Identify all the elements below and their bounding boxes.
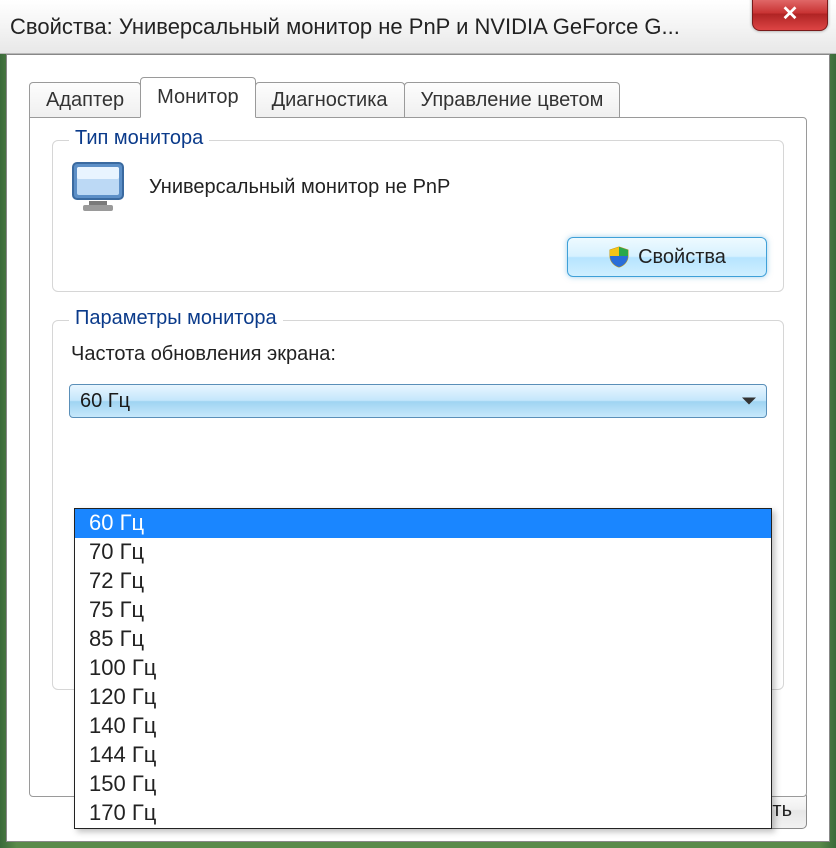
refresh-rate-option[interactable]: 100 Гц	[75, 654, 771, 683]
properties-button[interactable]: Свойства	[567, 237, 767, 277]
refresh-rate-dropdown[interactable]: 60 Гц70 Гц72 Гц75 Гц85 Гц100 Гц120 Гц140…	[74, 508, 772, 829]
monitor-name: Универсальный монитор не PnP	[149, 176, 450, 199]
tab-diagnostics[interactable]: Диагностика	[255, 82, 405, 118]
close-icon: ✕	[782, 1, 799, 26]
monitor-type-group: Тип монитора Универсальный монитор не Pn…	[52, 140, 784, 292]
tab-color-management[interactable]: Управление цветом	[404, 82, 621, 118]
refresh-rate-option[interactable]: 85 Гц	[75, 625, 771, 654]
refresh-rate-option[interactable]: 60 Гц	[75, 509, 771, 538]
refresh-rate-option[interactable]: 72 Гц	[75, 567, 771, 596]
tab-adapter[interactable]: Адаптер	[29, 82, 141, 118]
refresh-rate-option[interactable]: 150 Гц	[75, 770, 771, 799]
refresh-rate-option[interactable]: 144 Гц	[75, 741, 771, 770]
tab-body: Тип монитора Универсальный монитор не Pn…	[29, 117, 807, 797]
window-title: Свойства: Универсальный монитор не PnP и…	[10, 14, 836, 40]
refresh-rate-option[interactable]: 75 Гц	[75, 596, 771, 625]
titlebar: Свойства: Универсальный монитор не PnP и…	[0, 0, 836, 54]
refresh-rate-option[interactable]: 170 Гц	[75, 799, 771, 828]
monitor-type-group-title: Тип монитора	[69, 127, 209, 150]
refresh-rate-label: Частота обновления экрана:	[71, 343, 767, 366]
refresh-rate-selected: 60 Гц	[80, 390, 130, 413]
refresh-rate-option[interactable]: 120 Гц	[75, 683, 771, 712]
monitor-params-group-title: Параметры монитора	[69, 307, 283, 330]
refresh-rate-combobox[interactable]: 60 Гц	[69, 384, 767, 418]
tab-monitor[interactable]: Монитор	[140, 77, 255, 118]
tabstrip: Адаптер Монитор Диагностика Управление ц…	[29, 77, 807, 117]
refresh-rate-option[interactable]: 140 Гц	[75, 712, 771, 741]
monitor-icon	[69, 159, 131, 215]
shield-icon	[608, 246, 630, 268]
properties-button-label: Свойства	[638, 246, 726, 269]
refresh-rate-option[interactable]: 70 Гц	[75, 538, 771, 567]
close-button[interactable]: ✕	[752, 0, 828, 31]
chevron-down-icon	[742, 398, 756, 405]
